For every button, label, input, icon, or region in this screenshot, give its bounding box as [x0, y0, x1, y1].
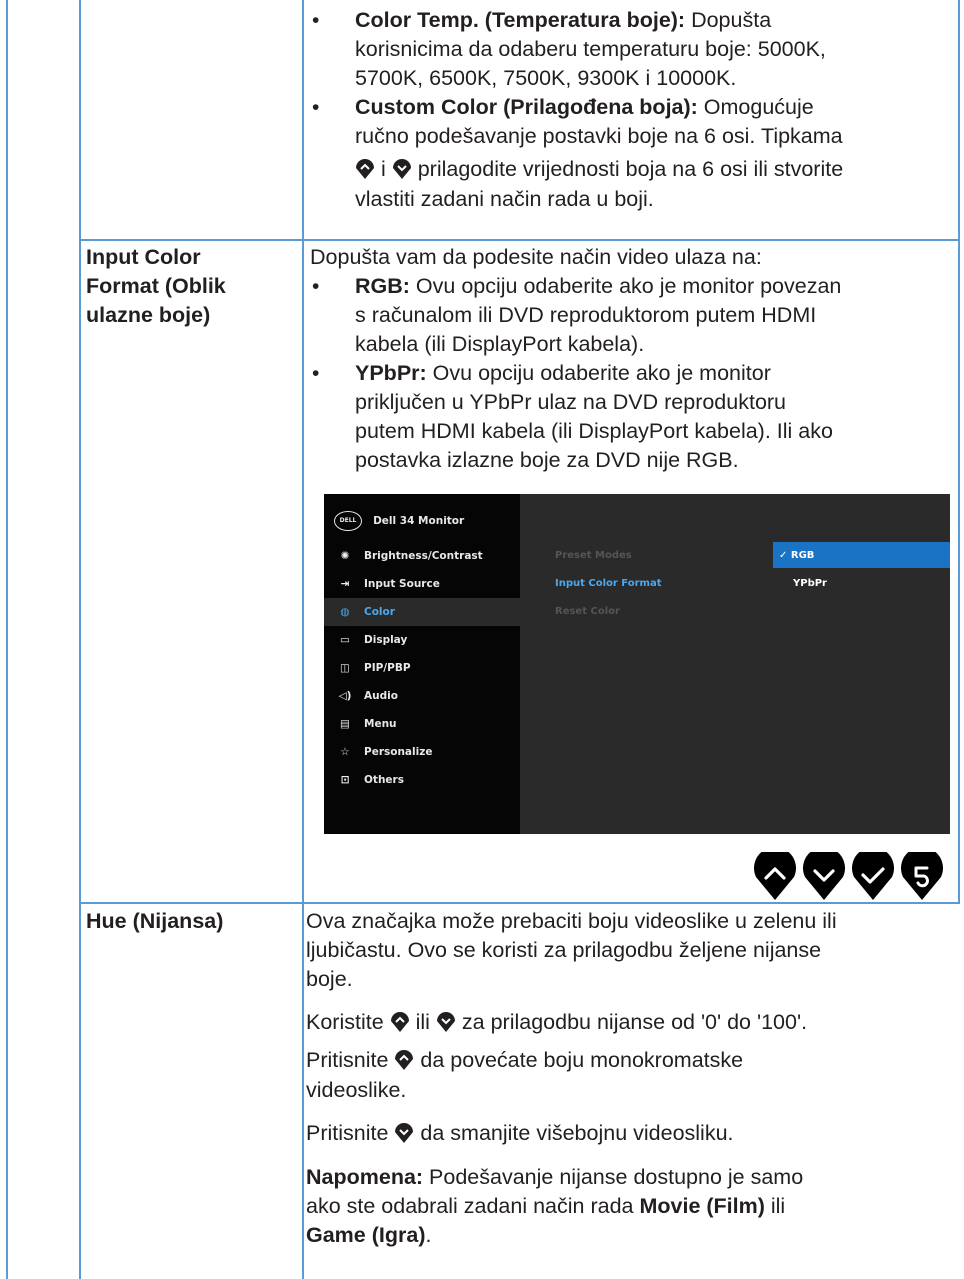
- down-arrow-icon: [395, 1123, 414, 1143]
- color-temp-line3: 5700K, 6500K, 7500K, 9300K i 10000K.: [355, 66, 737, 90]
- check-button-icon: [852, 852, 894, 900]
- osd-item-audio: ◁) Audio: [336, 685, 398, 707]
- osd-item-brightness-contrast: ✺ Brightness/Contrast: [336, 545, 483, 567]
- osd-item-input-source: ⇥ Input Source: [336, 573, 440, 595]
- custom-color-line3: i prilagodite vrijednosti boja na 6 osi …: [355, 155, 843, 184]
- osd-item-pip-pbp: ◫ PIP/PBP: [336, 657, 411, 679]
- table-border-right: [958, 0, 960, 902]
- speaker-icon: ◁): [338, 690, 352, 702]
- osd-item-display: ▭ Display: [336, 629, 407, 651]
- input-color-label-line2: Format (Oblik: [86, 274, 226, 298]
- osd-title: Dell 34 Monitor: [373, 514, 465, 527]
- table-border-col1: [79, 0, 81, 1279]
- custom-color-line2: ručno podešavanje postavki boje na 6 osi…: [355, 124, 843, 148]
- up-arrow-icon: [356, 159, 374, 179]
- star-icon: ☆: [340, 746, 350, 758]
- up-button-icon: [754, 852, 796, 900]
- hue-increase-line2: videoslike.: [306, 1078, 407, 1102]
- ypbpr-line3: putem HDMI kabela (ili DisplayPort kabel…: [355, 419, 833, 443]
- table-border-left: [6, 0, 8, 1279]
- down-button-icon: [803, 852, 845, 900]
- osd-option-rgb: ✓ RGB: [779, 550, 815, 561]
- osd-menu-screenshot: DELL Dell 34 Monitor ✺ Brightness/Contras…: [324, 494, 950, 834]
- osd-item-color: ◍ Color: [336, 601, 395, 623]
- hue-desc-line2: ljubičastu. Ovo se koristi za prilagodbu…: [306, 938, 822, 962]
- custom-color-line4: vlastiti zadani način rada u boji.: [355, 187, 654, 211]
- input-color-label-line1: Input Color: [86, 245, 201, 269]
- color-temp-line1: Color Temp. (Temperatura boje): Dopušta: [355, 8, 772, 32]
- input-color-intro: Dopušta vam da podesite način video ulaz…: [310, 245, 762, 269]
- bullet-marker: •: [312, 362, 320, 385]
- rgb-line3: kabela (ili DisplayPort kabela).: [355, 332, 645, 356]
- ypbpr-line4: postavka izlazne boje za DVD nije RGB.: [355, 448, 739, 472]
- bullet-marker: •: [312, 275, 320, 298]
- hue-desc-line1: Ova značajka može prebaciti boju videosl…: [306, 909, 837, 933]
- pip-icon: ◫: [340, 662, 350, 674]
- check-icon: ✓: [779, 550, 788, 561]
- hue-note-line3: Game (Igra).: [306, 1223, 432, 1247]
- bullet-marker: •: [312, 96, 320, 119]
- dell-logo-icon: DELL: [334, 510, 362, 531]
- others-icon: ⊡: [340, 774, 350, 786]
- table-border-col2: [302, 0, 304, 1279]
- hue-note-line2: ako ste odabrali zadani način rada Movie…: [306, 1194, 786, 1218]
- custom-color-line1: Custom Color (Prilagođena boja): Omoguću…: [355, 95, 814, 119]
- up-arrow-icon: [395, 1050, 414, 1070]
- hue-note-line1: Napomena: Podešavanje nijanse dostupno j…: [306, 1165, 804, 1189]
- monitor-buttons: [754, 852, 943, 900]
- hue-desc-line3: boje.: [306, 967, 353, 991]
- osd-item-personalize: ☆ Personalize: [336, 741, 432, 763]
- hue-adjust-line: Koristite ili za prilagodbu nijanse od '…: [306, 1010, 808, 1034]
- row-divider: [79, 239, 960, 241]
- ypbpr-line1: YPbPr: Ovu opciju odaberite ako je monit…: [355, 361, 771, 385]
- up-arrow-icon: [390, 1012, 409, 1032]
- hue-increase-line1: Pritisnite da povećate boju monokromatsk…: [306, 1048, 744, 1072]
- palette-icon: ◍: [340, 606, 350, 618]
- display-icon: ▭: [340, 634, 350, 646]
- osd-submenu-input-color-format: Input Color Format: [555, 578, 662, 589]
- ypbpr-line2: priključen u YPbPr ulaz na DVD reprodukt…: [355, 390, 787, 414]
- osd-header: DELL Dell 34 Monitor: [334, 510, 464, 534]
- input-color-label-line3: ulazne boje): [86, 303, 211, 327]
- osd-submenu-preset-modes: Preset Modes: [555, 550, 632, 561]
- sun-icon: ✺: [340, 550, 350, 562]
- osd-submenu-reset-color: Reset Color: [555, 606, 620, 617]
- rgb-line1: RGB: Ovu opciju odaberite ako je monitor…: [355, 274, 842, 298]
- hue-decrease-line: Pritisnite da smanjite višebojnu videosl…: [306, 1121, 734, 1145]
- menu-icon: ▤: [340, 718, 350, 730]
- osd-item-others: ⊡ Others: [336, 769, 404, 791]
- color-temp-line2: korisnicima da odaberu temperaturu boje:…: [355, 37, 826, 61]
- bullet-marker: •: [312, 9, 320, 32]
- hue-label: Hue (Nijansa): [86, 909, 224, 933]
- osd-item-menu: ▤ Menu: [336, 713, 397, 735]
- back-button-icon: [901, 852, 943, 900]
- down-arrow-icon: [436, 1012, 455, 1032]
- rgb-line2: s računalom ili DVD reproduktorom putem …: [355, 303, 817, 327]
- input-source-icon: ⇥: [340, 578, 350, 590]
- row-divider: [79, 902, 960, 904]
- osd-option-ypbpr: YPbPr: [793, 578, 827, 589]
- down-arrow-icon: [392, 159, 411, 179]
